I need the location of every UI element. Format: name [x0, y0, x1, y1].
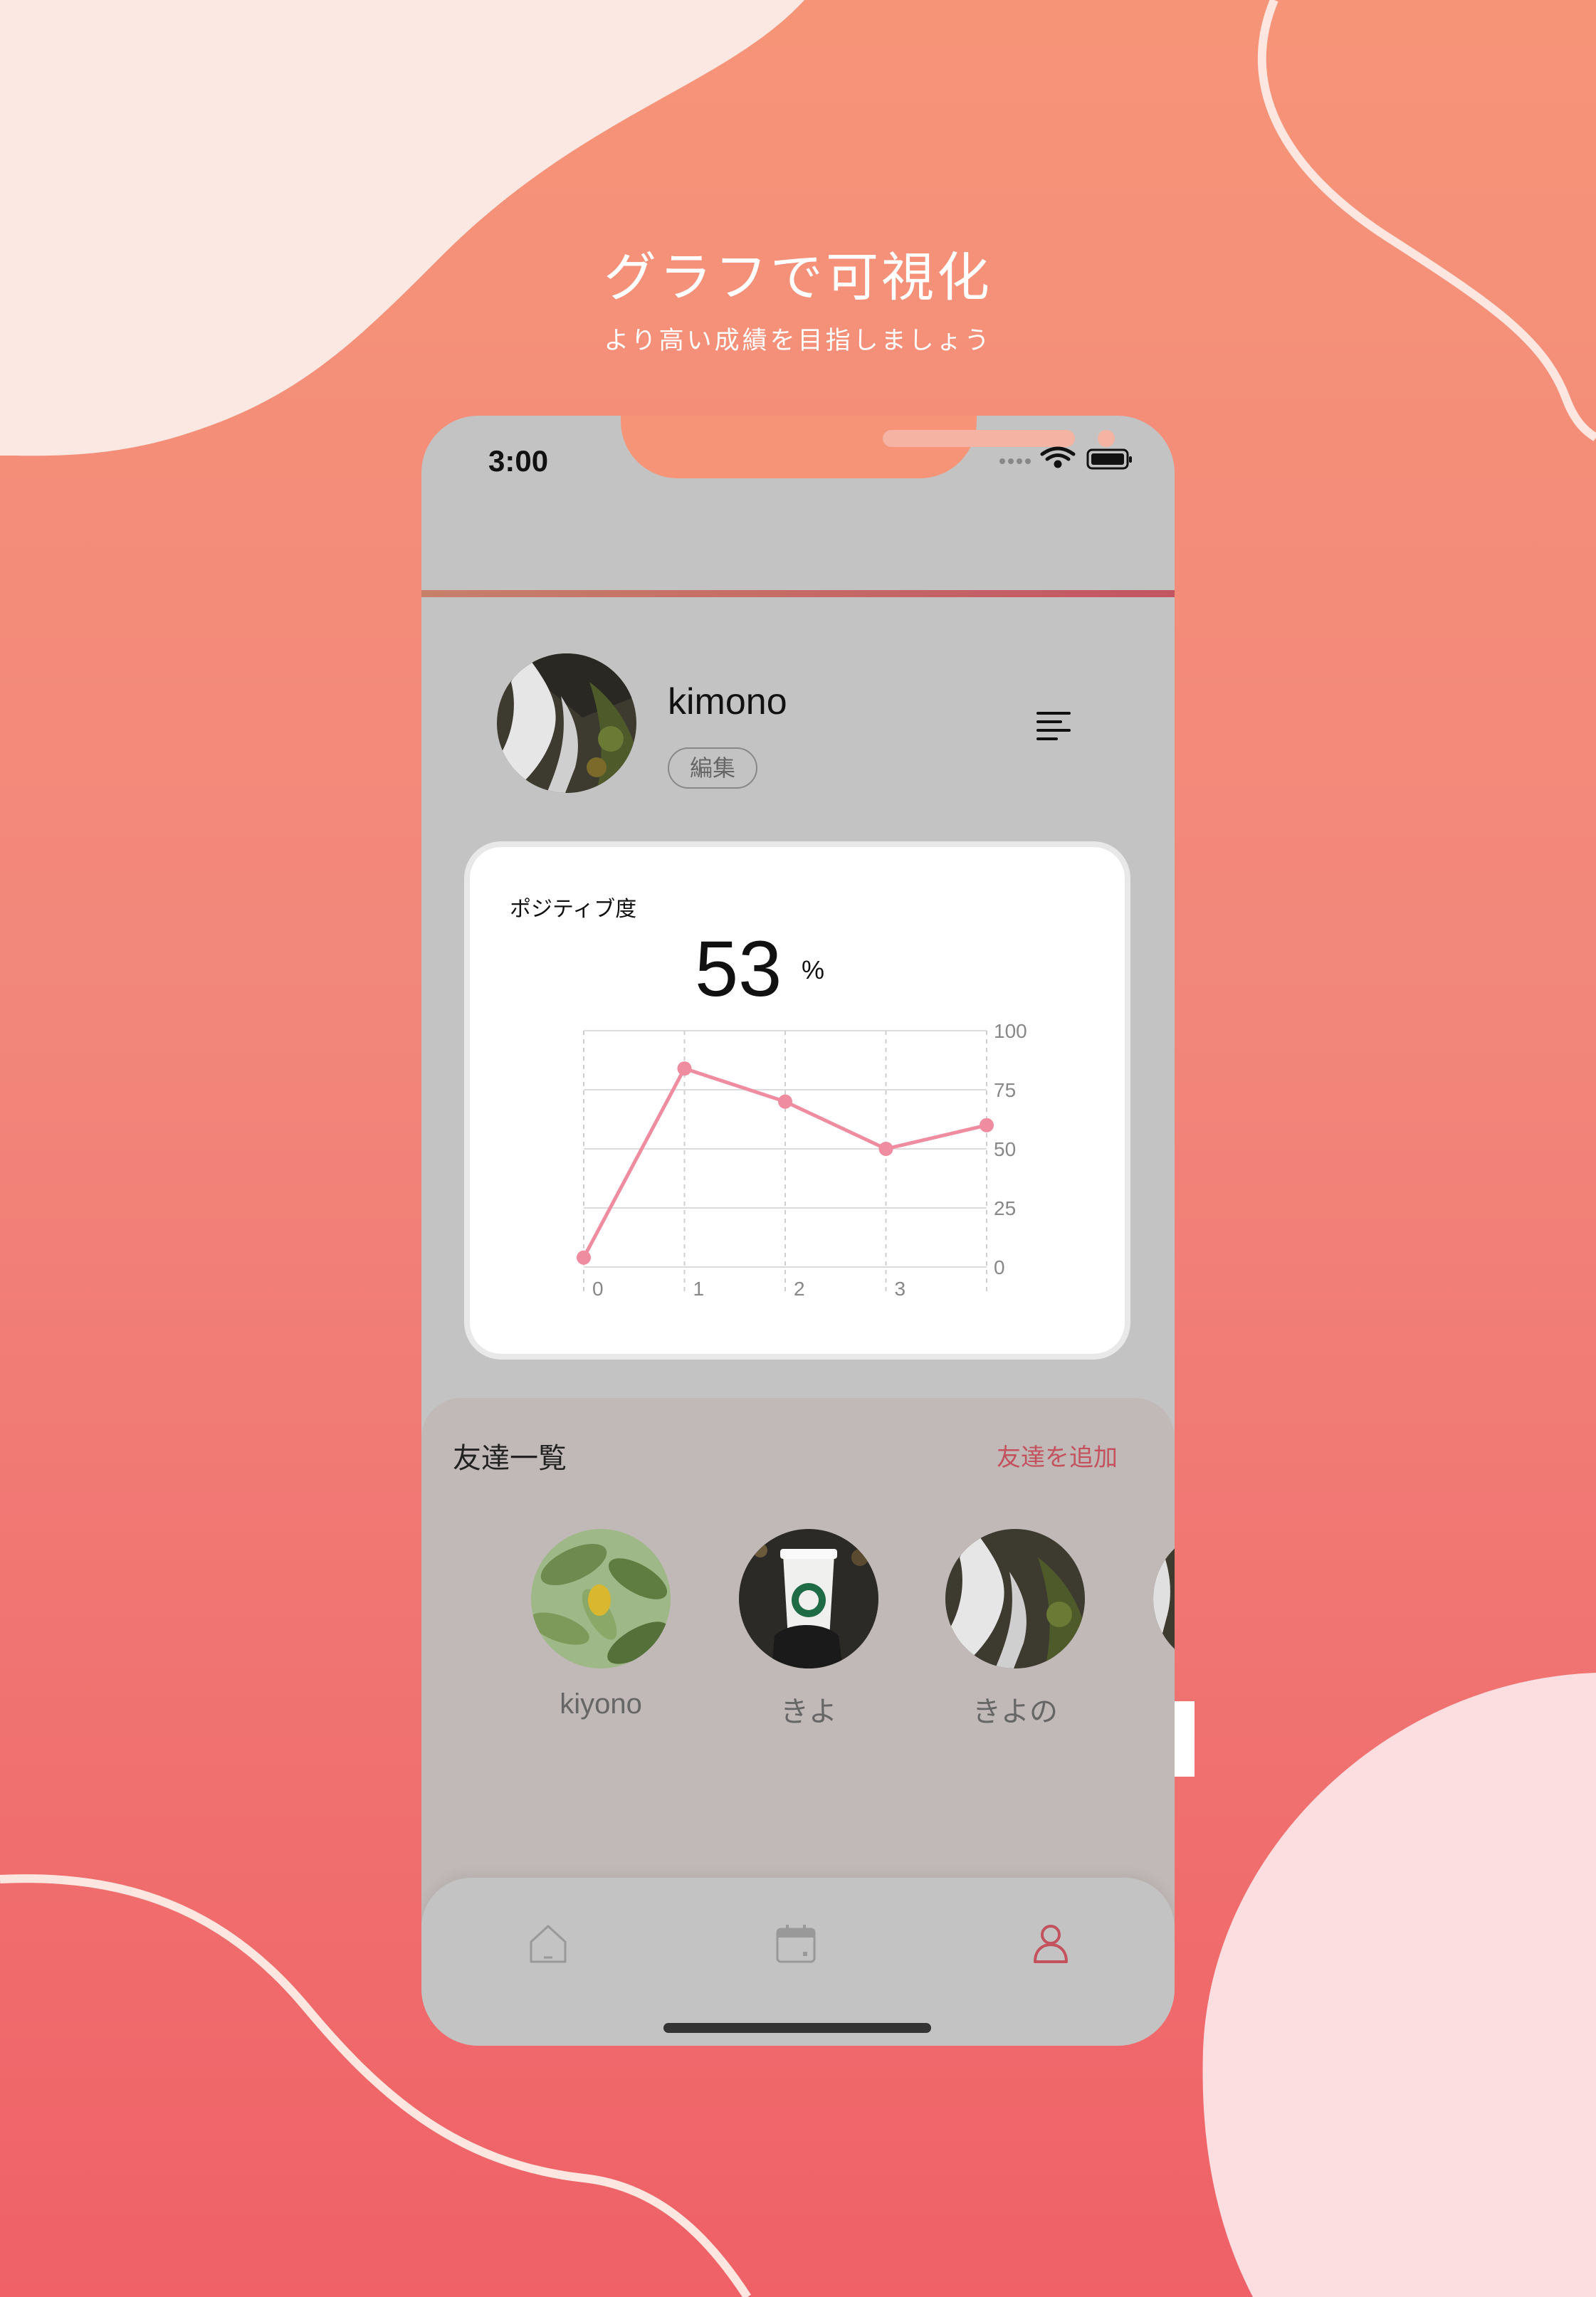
friend-avatar[interactable] — [945, 1529, 1085, 1668]
speaker — [883, 430, 1075, 447]
y-tick-label: 75 — [994, 1079, 1016, 1101]
friend-item[interactable]: きよの — [945, 1529, 1085, 1730]
notch — [621, 416, 1115, 478]
promo-subtitle: より高い成績を目指しましょう — [604, 327, 992, 355]
tab-bar — [421, 1878, 1175, 2046]
calendar-icon[interactable] — [773, 1920, 819, 1966]
data-point — [878, 1142, 893, 1156]
data-point — [778, 1094, 792, 1109]
x-tick-label: 2 — [794, 1278, 805, 1300]
friend-name: kiyono — [560, 1688, 642, 1720]
y-tick-label: 50 — [994, 1138, 1016, 1160]
phone-screen: 3:00 kimono 編集 ポジティブ度 53 % 0 25 50 75 10… — [421, 416, 1175, 2046]
y-tick-label: 25 — [994, 1197, 1016, 1219]
data-point — [980, 1118, 994, 1132]
data-point — [577, 1250, 591, 1265]
friend-avatar-partial[interactable] — [1153, 1529, 1175, 1668]
positivity-card: ポジティブ度 53 % 0 25 50 75 100 0 1 2 3 — [470, 847, 1125, 1354]
side-tab — [1175, 1701, 1195, 1777]
friend-item[interactable]: きよ — [739, 1529, 878, 1730]
friend-name: きよ — [780, 1696, 837, 1728]
add-friend-link[interactable]: 友達を追加 — [997, 1438, 1118, 1473]
positivity-chart: 0 25 50 75 100 0 1 2 3 — [577, 1020, 1027, 1300]
x-tick-label: 0 — [592, 1278, 604, 1300]
y-tick-label: 100 — [994, 1020, 1027, 1042]
x-tick-label: 1 — [693, 1278, 705, 1300]
home-indicator — [663, 2023, 931, 2033]
edit-profile-button[interactable]: 編集 — [668, 747, 757, 789]
menu-icon[interactable] — [1035, 709, 1075, 745]
friends-title: 友達一覧 — [453, 1442, 567, 1475]
friend-avatar[interactable] — [531, 1529, 671, 1668]
camera — [1098, 430, 1115, 447]
user-icon[interactable] — [1028, 1920, 1073, 1966]
status-icons — [999, 446, 1132, 470]
friend-name: きよの — [972, 1696, 1058, 1728]
status-time: 3:00 — [488, 444, 549, 478]
battery-icon — [1086, 448, 1132, 470]
friend-item[interactable]: kiyono — [531, 1529, 671, 1720]
signal-icon — [999, 458, 1031, 464]
promo-title: グラフで可視化 — [604, 247, 992, 308]
friend-avatar[interactable] — [739, 1529, 878, 1668]
y-tick-label: 0 — [994, 1256, 1005, 1278]
x-tick-label: 3 — [895, 1278, 906, 1300]
profile-username: kimono — [668, 681, 787, 722]
profile-avatar[interactable] — [497, 653, 636, 793]
wifi-icon — [1040, 446, 1076, 468]
header-divider — [421, 590, 1175, 597]
data-point — [677, 1061, 692, 1076]
home-icon[interactable] — [525, 1920, 571, 1966]
